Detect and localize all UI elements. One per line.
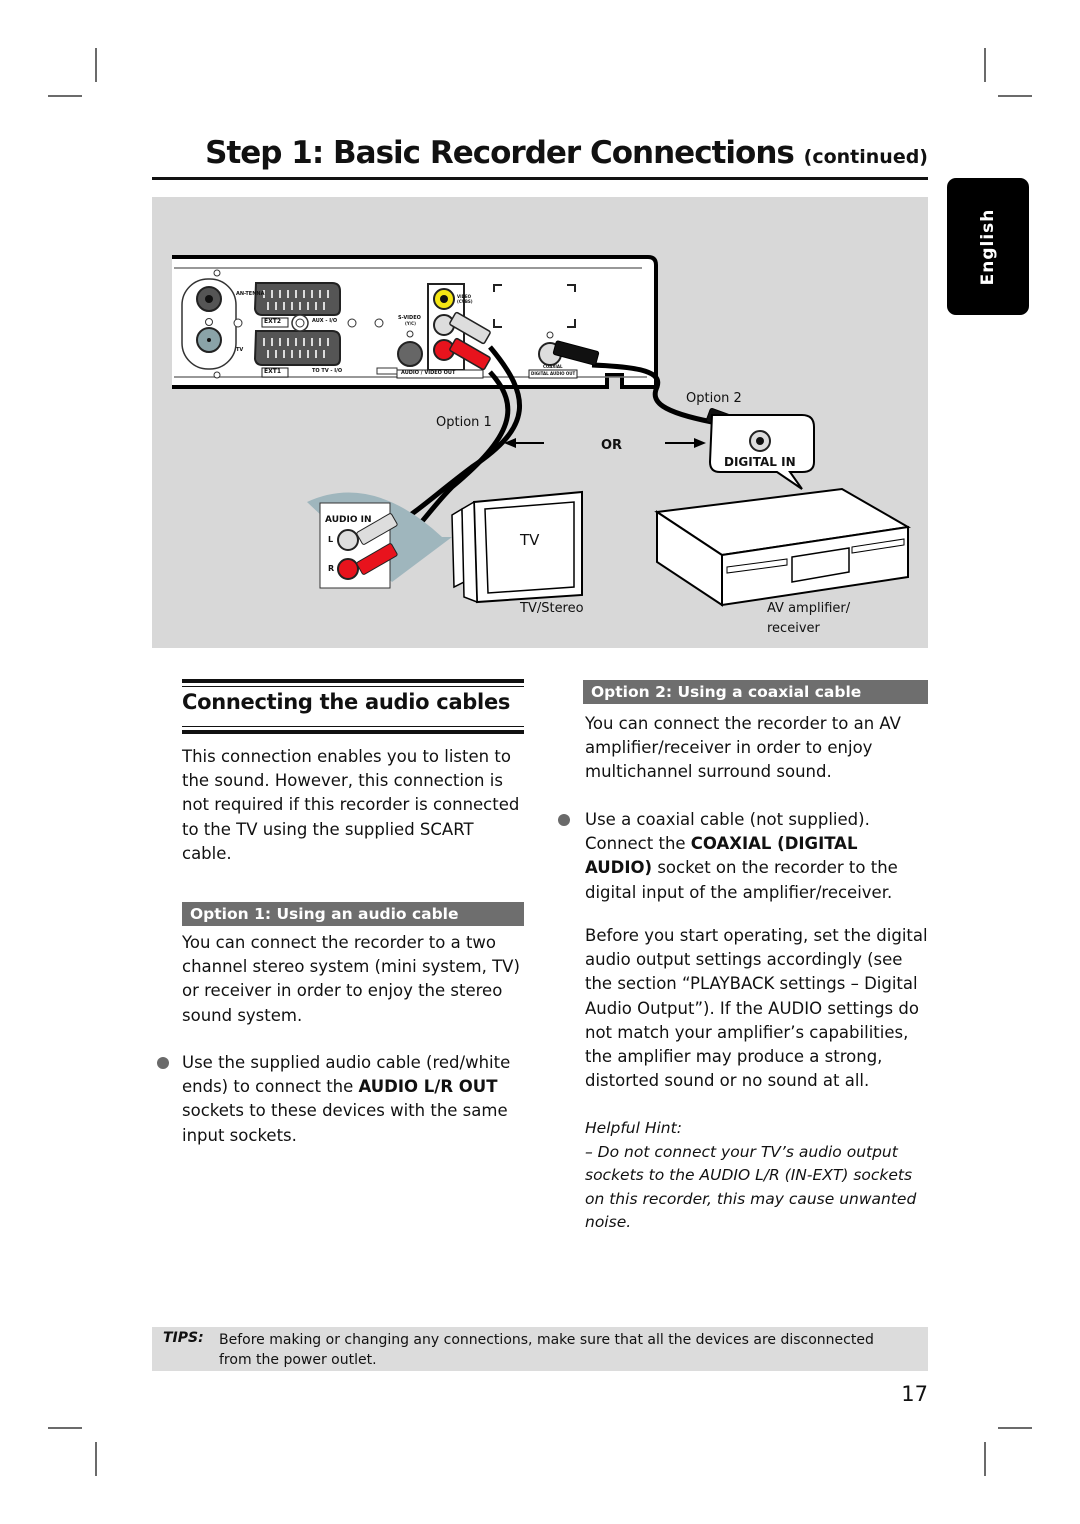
- option2-heading: Option 2: Using a coaxial cable: [583, 680, 928, 704]
- to-tv-io-label: TO TV - I/O: [312, 368, 343, 374]
- amp-caption-line1: AV amplifier/: [767, 601, 851, 616]
- coaxial-label: COAXIAL: [543, 364, 563, 369]
- option1-bullet-text-end: sockets to these devices with the same i…: [182, 1101, 508, 1145]
- crop-mark: [95, 1442, 97, 1476]
- connection-diagram: AN-TENNA TV EXT2 AUX - I/O EXT1 TO TV - …: [152, 197, 928, 648]
- tips-label: TIPS:: [163, 1330, 204, 1346]
- option2-label: Option 2: [686, 391, 742, 406]
- audio-video-out-label: AUDIO / VIDEO OUT: [401, 370, 456, 376]
- amplifier-illustration: [654, 487, 911, 607]
- audio-in-r-label: R: [328, 564, 335, 573]
- hint-title: Helpful Hint:: [585, 1119, 682, 1137]
- amp-caption-line2: receiver: [767, 621, 820, 636]
- helpful-hint: Helpful Hint: – Do not connect your TV’s …: [585, 1117, 930, 1235]
- section-rule-top-thin: [182, 686, 524, 687]
- option1-heading: Option 1: Using an audio cable: [182, 902, 524, 926]
- crop-mark: [984, 48, 986, 82]
- or-label: OR: [601, 438, 623, 453]
- page-title: Step 1: Basic Recorder Connections (cont…: [150, 133, 928, 177]
- antenna-label: AN-TENNA: [236, 291, 265, 297]
- audio-in-label: AUDIO IN: [325, 515, 372, 525]
- option1-bullet: Use the supplied audio cable (red/white …: [182, 1051, 527, 1148]
- digital-in-callout: [708, 414, 815, 490]
- crop-mark: [998, 95, 1032, 97]
- option1-label: Option 1: [436, 415, 492, 430]
- page-title-main: Step 1: Basic Recorder Connections: [205, 135, 795, 171]
- scart-ext1: [253, 330, 341, 366]
- digital-audio-out-label: DIGITAL AUDIO OUT: [531, 371, 576, 376]
- s-video-sub-label: (Y/C): [405, 321, 416, 326]
- section-rule-bottom: [182, 730, 524, 734]
- page-number: 17: [901, 1382, 928, 1406]
- diagram-illustration: [172, 255, 911, 607]
- scart-ext2: [253, 282, 341, 316]
- s-video-socket: [397, 341, 423, 367]
- option1-bullet-bold: AUDIO L/R OUT: [358, 1077, 498, 1097]
- title-rule: [152, 177, 928, 180]
- tv-out-label: TV: [236, 347, 244, 353]
- crop-mark: [48, 95, 82, 97]
- crop-mark: [95, 48, 97, 82]
- section-rule-top: [182, 679, 524, 683]
- hint-text: – Do not connect your TV’s audio output …: [585, 1142, 917, 1232]
- page-title-suffix: (continued): [803, 146, 928, 168]
- option2-bullet: Use a coaxial cable (not supplied). Conn…: [585, 808, 930, 905]
- section-rule-bottom-thin: [182, 726, 524, 727]
- ext2-label: EXT2: [264, 318, 281, 325]
- crop-mark: [984, 1442, 986, 1476]
- video-sub-label: (CVBS): [457, 299, 473, 304]
- crop-mark: [48, 1427, 82, 1429]
- section-title: Connecting the audio cables: [182, 690, 511, 714]
- tv-caption: TV/Stereo: [520, 601, 584, 616]
- aux-io-label: AUX - I/O: [312, 318, 338, 324]
- option1-description: You can connect the recorder to a two ch…: [182, 933, 520, 1025]
- audio-in-l-label: L: [328, 535, 334, 544]
- bullet-icon: [558, 814, 570, 826]
- language-tab-label: English: [978, 208, 998, 285]
- digital-in-label: DIGITAL IN: [724, 455, 796, 469]
- tv-screen-label: TV: [520, 531, 540, 549]
- intro-paragraph: This connection enables you to listen to…: [182, 747, 520, 863]
- crop-mark: [998, 1427, 1032, 1429]
- tv-illustration: [451, 490, 583, 604]
- tips-box: TIPS: Before making or changing any conn…: [152, 1327, 928, 1371]
- ext1-label: EXT1: [264, 368, 281, 375]
- bullet-icon: [157, 1057, 169, 1069]
- option2-description: You can connect the recorder to an AV am…: [585, 714, 901, 782]
- option2-note: Before you start operating, set the digi…: [585, 926, 928, 1091]
- tips-text: Before making or changing any connection…: [219, 1332, 874, 1368]
- language-tab: English: [947, 178, 1029, 315]
